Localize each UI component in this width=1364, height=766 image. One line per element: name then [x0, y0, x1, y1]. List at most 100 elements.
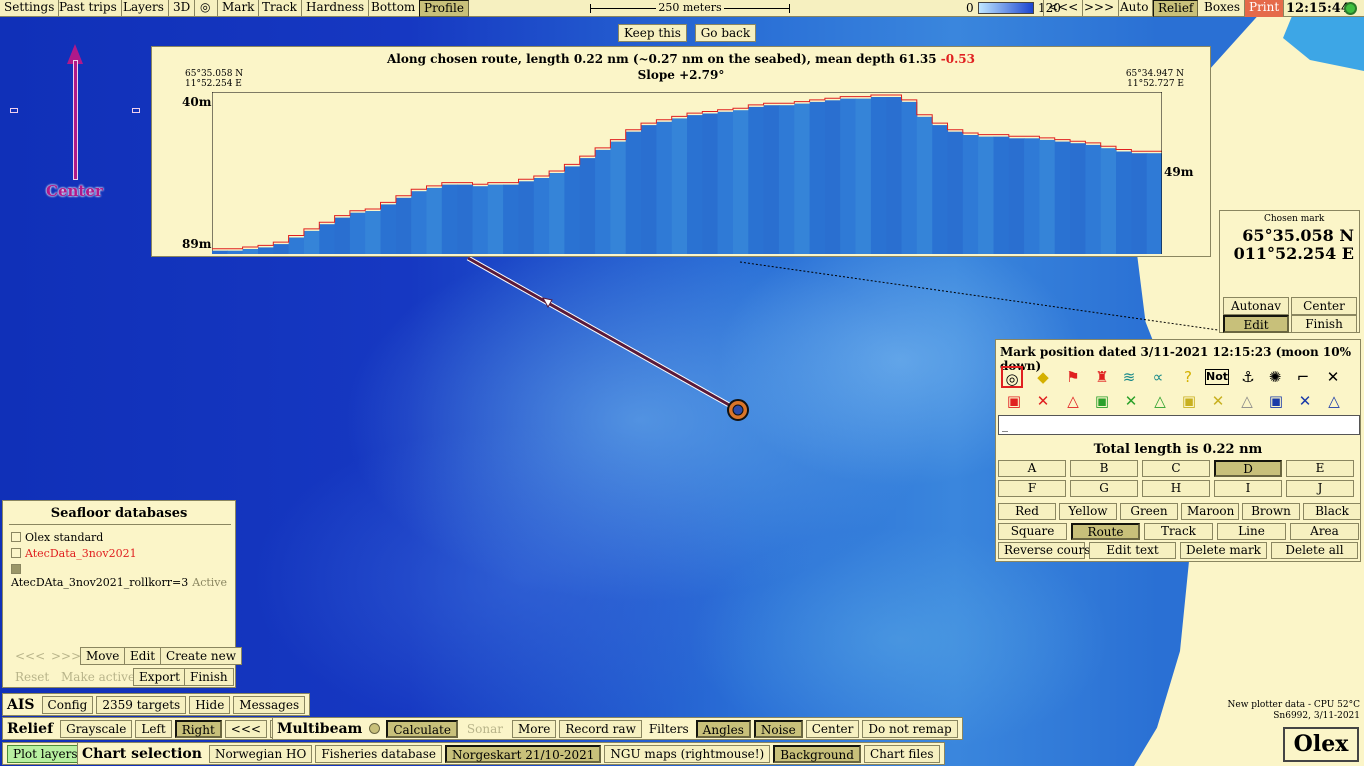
- blue-square-icon[interactable]: ▣: [1265, 390, 1287, 412]
- color-button-black[interactable]: Black: [1303, 503, 1361, 520]
- green-cross-icon[interactable]: ✕: [1120, 390, 1142, 412]
- relief-button[interactable]: Relief: [1153, 0, 1199, 17]
- ais-targets-button[interactable]: 2359 targets: [96, 695, 187, 714]
- go-back-button[interactable]: Go back: [694, 24, 757, 42]
- grayscale-button[interactable]: Grayscale: [60, 719, 133, 738]
- move-button[interactable]: Move: [80, 647, 126, 665]
- letter-button-g[interactable]: G: [1070, 480, 1138, 497]
- past-trips-button[interactable]: Past trips: [55, 0, 122, 17]
- type-button-square[interactable]: Square: [998, 523, 1067, 540]
- bottom-button[interactable]: Bottom: [367, 0, 421, 17]
- anchor-icon[interactable]: ⚓: [1237, 366, 1259, 388]
- noise-button[interactable]: Noise: [753, 719, 803, 738]
- mark-button[interactable]: Mark: [218, 0, 260, 17]
- ais-hide-button[interactable]: Hide: [189, 695, 231, 714]
- layers-button[interactable]: Layers: [119, 0, 169, 17]
- letter-button-d[interactable]: D: [1214, 460, 1282, 477]
- north-arrow[interactable]: Center: [10, 44, 140, 204]
- blue-cross-icon[interactable]: ✕: [1294, 390, 1316, 412]
- multibeam-status-icon[interactable]: [369, 723, 381, 734]
- auto-button[interactable]: Auto: [1116, 0, 1154, 17]
- make-active-button[interactable]: Make active: [55, 668, 141, 686]
- flag-icon[interactable]: ⚑: [1062, 366, 1084, 388]
- export-button[interactable]: Export: [133, 668, 186, 686]
- type-button-line[interactable]: Line: [1217, 523, 1286, 540]
- edit-button[interactable]: Edit: [1223, 315, 1289, 333]
- letter-button-a[interactable]: A: [998, 460, 1066, 477]
- checkbox[interactable]: [11, 532, 21, 542]
- ais-messages-button[interactable]: Messages: [233, 695, 306, 714]
- red-cross-icon[interactable]: ✕: [1032, 390, 1054, 412]
- depth-color-scale[interactable]: [978, 2, 1034, 14]
- type-button-route[interactable]: Route: [1071, 523, 1140, 540]
- settings-button[interactable]: Settings: [0, 0, 60, 17]
- finish-button[interactable]: Finish: [184, 668, 234, 686]
- reset-button[interactable]: Reset: [9, 668, 55, 686]
- fisheries-database-button[interactable]: Fisheries database: [315, 744, 443, 763]
- center-button[interactable]: Center: [805, 719, 860, 738]
- trawl-icon[interactable]: ✕: [1322, 366, 1344, 388]
- fish-school-icon[interactable]: ≋: [1118, 366, 1140, 388]
- next-depth-button[interactable]: >>>: [1080, 0, 1120, 17]
- norwegian-ho-button[interactable]: Norwegian HO: [208, 744, 313, 763]
- edit-button[interactable]: Edit: [124, 647, 162, 665]
- do-not-remap-button[interactable]: Do not remap: [862, 719, 958, 738]
- target-icon[interactable]: ◎: [1001, 366, 1023, 388]
- color-button-green[interactable]: Green: [1120, 503, 1178, 520]
- buoy-icon[interactable]: ♜: [1091, 366, 1113, 388]
- 3d-button[interactable]: 3D: [169, 0, 196, 17]
- relief-left-button[interactable]: Left: [135, 719, 172, 738]
- fish-icon[interactable]: ∝: [1147, 366, 1169, 388]
- action-button-edit-text[interactable]: Edit text: [1089, 542, 1176, 559]
- green-triangle-icon[interactable]: △: [1149, 390, 1171, 412]
- letter-button-i[interactable]: I: [1214, 480, 1282, 497]
- hardness-button[interactable]: Hardness: [302, 0, 370, 17]
- keep-this-button[interactable]: Keep this: [618, 24, 687, 42]
- create-new-button[interactable]: Create new: [160, 647, 243, 665]
- color-button-brown[interactable]: Brown: [1242, 503, 1300, 520]
- ngu-maps-button[interactable]: NGU maps (rightmouse!): [604, 744, 771, 763]
- wreck-icon[interactable]: ✺: [1264, 366, 1286, 388]
- hook-icon[interactable]: ⌐: [1292, 366, 1314, 388]
- boxes-button[interactable]: Boxes: [1200, 0, 1246, 17]
- checkbox[interactable]: [11, 548, 21, 558]
- checkbox[interactable]: [11, 564, 21, 574]
- olex-logo[interactable]: Olex: [1283, 727, 1359, 762]
- calculate-button[interactable]: Calculate: [386, 719, 458, 738]
- chart-files-button[interactable]: Chart files: [863, 744, 940, 763]
- record-raw-button[interactable]: Record raw: [559, 719, 642, 738]
- relief-right-button[interactable]: Right: [174, 719, 222, 738]
- letter-button-e[interactable]: E: [1286, 460, 1354, 477]
- yellow-square-icon[interactable]: ▣: [1178, 390, 1200, 412]
- action-button-delete-mark[interactable]: Delete mark: [1180, 542, 1267, 559]
- color-button-red[interactable]: Red: [998, 503, 1056, 520]
- color-button-maroon[interactable]: Maroon: [1181, 503, 1239, 520]
- action-button-reverse-course[interactable]: Reverse course: [998, 542, 1098, 559]
- letter-button-h[interactable]: H: [1142, 480, 1210, 497]
- prev-depth-button[interactable]: <<<: [1043, 0, 1084, 17]
- blue-triangle-icon[interactable]: △: [1323, 390, 1345, 412]
- center-label[interactable]: Center: [46, 182, 103, 200]
- profile-button[interactable]: Profile: [419, 0, 469, 17]
- action-button-delete-all[interactable]: Delete all: [1271, 542, 1358, 559]
- ais-config-button[interactable]: Config: [41, 695, 94, 714]
- more-button[interactable]: More: [512, 719, 557, 738]
- type-button-track[interactable]: Track: [1144, 523, 1213, 540]
- track-button[interactable]: Track: [258, 0, 302, 17]
- gps-status-icon[interactable]: [1344, 2, 1357, 15]
- angles-button[interactable]: Angles: [695, 719, 751, 738]
- plot-layers-button[interactable]: Plot layers: [7, 744, 84, 763]
- color-button-yellow[interactable]: Yellow: [1059, 503, 1117, 520]
- sonar-button[interactable]: Sonar: [461, 720, 509, 738]
- type-button-area[interactable]: Area: [1290, 523, 1359, 540]
- relief-prev-button[interactable]: <<<: [224, 719, 267, 738]
- profile-chart[interactable]: [212, 92, 1162, 254]
- finish-button[interactable]: Finish: [1291, 315, 1357, 333]
- autonav-button[interactable]: Autonav: [1223, 297, 1289, 315]
- green-square-icon[interactable]: ▣: [1091, 390, 1113, 412]
- norgeskart-button[interactable]: Norgeskart 21/10-2021: [445, 744, 602, 763]
- red-square-icon[interactable]: ▣: [1003, 390, 1025, 412]
- center-button[interactable]: Center: [1291, 297, 1357, 315]
- background-button[interactable]: Background: [773, 744, 861, 763]
- seafloor-item[interactable]: AtecData_3nov2021: [11, 547, 137, 560]
